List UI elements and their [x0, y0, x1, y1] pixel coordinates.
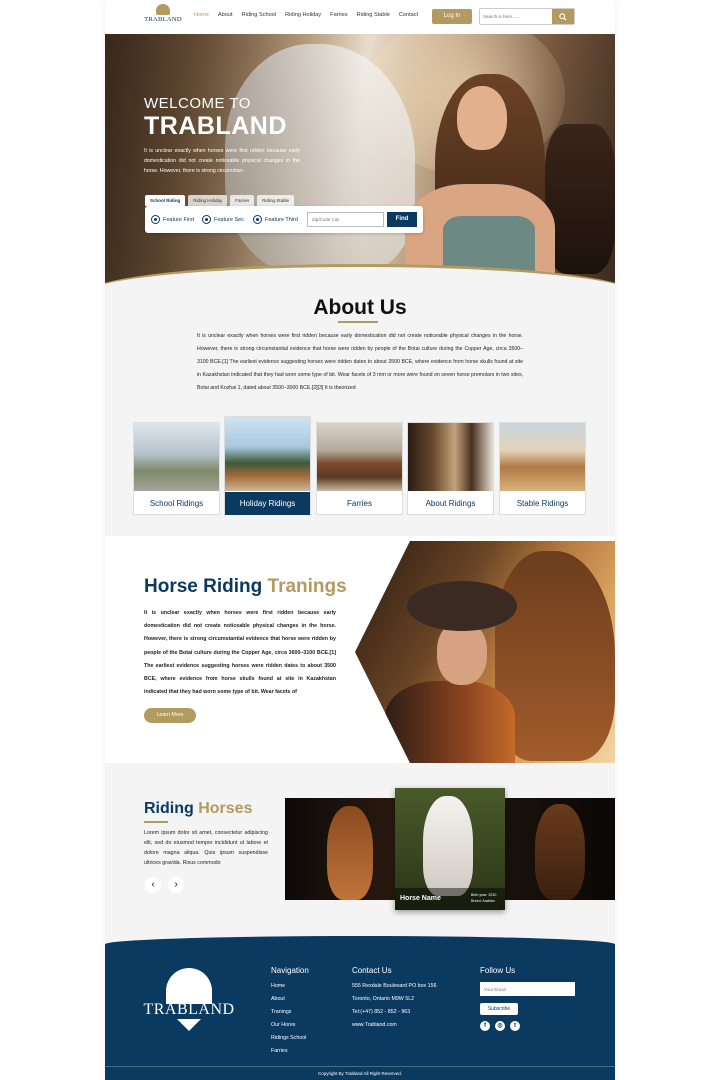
- bay-horse-image[interactable]: [505, 798, 615, 900]
- main-nav: Home About Riding School Riding Holiday …: [194, 12, 418, 18]
- facebook-icon[interactable]: f: [480, 1021, 490, 1031]
- contact-city: Toronto, Ontario M9W 5L2: [352, 996, 415, 1002]
- training-text: It is unclear exactly when horses were f…: [144, 610, 336, 696]
- search-tabs: School Riding Riding Holiday Farries Rid…: [145, 195, 295, 206]
- show-jumping-image: [134, 423, 219, 491]
- tab-riding-stable[interactable]: Riding Stable: [257, 195, 295, 206]
- footer-contact-title: Contact Us: [352, 966, 392, 975]
- nav-item-riding-school[interactable]: Riding School: [242, 12, 277, 18]
- contact-website[interactable]: www.Trabland.com: [352, 1019, 437, 1032]
- contact-phone: Tel:(+47) 852 - 852 - 963: [352, 1009, 411, 1015]
- footer-link-tranings[interactable]: Tranings: [271, 1006, 306, 1019]
- riding-cards: School Ridings Holiday Ridings Farries A…: [133, 416, 587, 516]
- radio-icon: [202, 215, 211, 224]
- feature-third-radio[interactable]: Feature Third: [253, 215, 298, 225]
- prev-arrow-button[interactable]: ‹: [145, 877, 161, 893]
- nav-item-riding-stable[interactable]: Riding Stable: [357, 12, 390, 18]
- nav-item-contact[interactable]: Contact: [399, 12, 418, 18]
- zip-input[interactable]: [307, 212, 384, 227]
- copyright-text: Copyright By Trabland All Right Reserved…: [317, 1071, 403, 1076]
- footer-link-home[interactable]: Home: [271, 980, 306, 993]
- instagram-icon[interactable]: ◎: [495, 1021, 505, 1031]
- next-arrow-button[interactable]: ›: [168, 877, 184, 893]
- woman-horse-image: [355, 541, 615, 763]
- footer-divider: [105, 1066, 615, 1067]
- riding-text: Lorem ipsum dolor sit amet, consectetur …: [144, 830, 268, 866]
- radio-icon: [253, 215, 262, 224]
- field-rider-image: [500, 423, 585, 491]
- hero-text: It is unclear exactly when horses were f…: [144, 148, 300, 174]
- footer-link-farries[interactable]: Farries: [271, 1045, 306, 1058]
- white-horse-image: [423, 796, 473, 896]
- finder-panel: Feature First Feature Sec Feature Third …: [145, 206, 423, 233]
- learn-more-button[interactable]: Learn More: [144, 708, 196, 723]
- stable-horses-image: [408, 423, 493, 491]
- newsletter-email-input[interactable]: [480, 982, 575, 996]
- footer-link-our-hores[interactable]: Our Hores: [271, 1019, 306, 1032]
- card-about-ridings[interactable]: About Ridings: [407, 422, 494, 515]
- dressage-image: [225, 417, 310, 491]
- card-holiday-ridings[interactable]: Holiday Ridings: [224, 416, 311, 515]
- page: TRABLAND Home About Riding School Riding…: [105, 0, 615, 1080]
- radio-icon: [151, 215, 160, 224]
- tab-school-riding[interactable]: School Riding: [145, 195, 186, 206]
- twitter-icon[interactable]: t: [510, 1021, 520, 1031]
- tab-riding-holiday[interactable]: Riding Holiday: [188, 195, 228, 206]
- search-button[interactable]: [552, 9, 574, 24]
- training-title: Horse Riding Tranings: [144, 576, 347, 597]
- brown-horse-image[interactable]: [285, 798, 397, 900]
- header: TRABLAND Home About Riding School Riding…: [105, 0, 615, 34]
- find-button[interactable]: Find: [387, 212, 417, 227]
- footer-logo[interactable]: TRABLAND: [143, 968, 235, 1031]
- featured-horse-card[interactable]: Horse Name Birth year: 2010 Breed: Arabi…: [395, 788, 505, 910]
- horse-name: Horse Name: [400, 895, 441, 902]
- search-icon: [559, 13, 567, 21]
- search-input[interactable]: [483, 11, 549, 22]
- tab-farries[interactable]: Farries: [230, 195, 255, 206]
- footer-follow-title: Follow Us: [480, 966, 516, 975]
- card-farries[interactable]: Farries: [316, 422, 403, 515]
- feature-first-radio[interactable]: Feature First: [151, 215, 194, 225]
- card-stable-ridings[interactable]: Stable Ridings: [499, 422, 586, 515]
- title-underline: [338, 321, 378, 323]
- nav-item-home[interactable]: Home: [194, 12, 209, 18]
- brand-logo[interactable]: TRABLAND: [143, 4, 183, 30]
- saddle-image: [545, 124, 615, 274]
- search-box: [479, 8, 575, 25]
- logo-emblem-icon: [166, 968, 212, 1004]
- hero-title: TRABLAND: [144, 112, 287, 140]
- nav-item-farries[interactable]: Farries: [330, 12, 347, 18]
- card-school-ridings[interactable]: School Ridings: [133, 422, 220, 515]
- riding-title: Riding Horses: [144, 800, 253, 817]
- about-title: About Us: [313, 296, 407, 319]
- rider-horse-image: [317, 423, 402, 491]
- brand-name: TRABLAND: [144, 16, 182, 23]
- horse-meta: Birth year: 2010 Breed: Arabian: [471, 893, 497, 903]
- footer-navigation-title: Navigation: [271, 966, 309, 975]
- title-underline: [144, 821, 168, 823]
- about-text: It is unclear exactly when horses were f…: [197, 333, 523, 391]
- login-button[interactable]: Log In: [432, 9, 472, 24]
- nav-item-about[interactable]: About: [218, 12, 233, 18]
- horse-logo-icon: [156, 4, 170, 15]
- subscribe-button[interactable]: Subscribe: [480, 1003, 518, 1015]
- footer-link-ridings-school[interactable]: Ridings School: [271, 1032, 306, 1045]
- footer-contact: 555 Rexdale Boulevard PO box 156 Toronto…: [352, 980, 437, 1032]
- contact-address: 555 Rexdale Boulevard PO box 156: [352, 983, 437, 989]
- feature-sec-radio[interactable]: Feature Sec: [202, 215, 244, 225]
- footer-navigation: Home About Tranings Our Hores Ridings Sc…: [271, 980, 306, 1058]
- footer-link-about[interactable]: About: [271, 993, 306, 1006]
- nav-item-riding-holiday[interactable]: Riding Holiday: [285, 12, 321, 18]
- hero-welcome: WELCOME TO: [144, 95, 251, 112]
